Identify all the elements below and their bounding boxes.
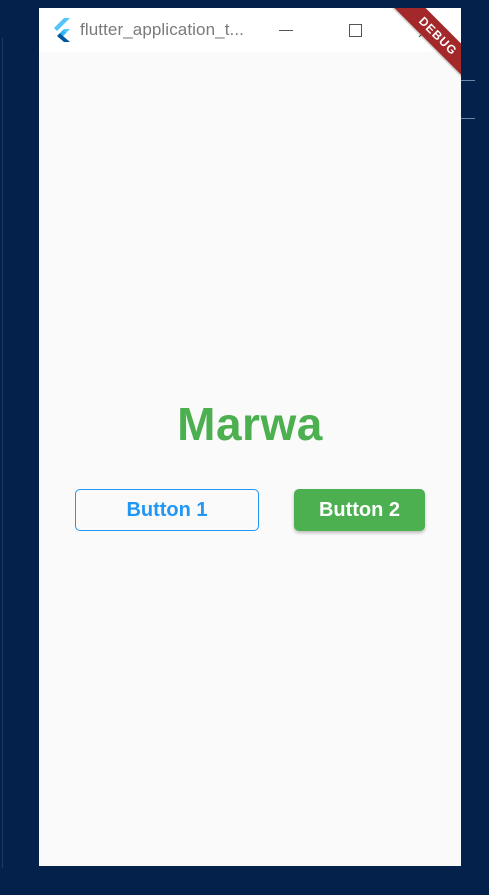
window-title: flutter_application_t... <box>80 20 244 39</box>
desktop-tick <box>461 118 475 119</box>
maximize-icon <box>348 23 362 37</box>
button-2[interactable]: Button 2 <box>294 489 425 531</box>
app-window: flutter_application_t... Marwa Button 1 … <box>39 8 461 866</box>
button-1-label: Button 1 <box>126 498 208 521</box>
minimize-button[interactable] <box>263 8 309 52</box>
button-2-label: Button 2 <box>318 498 401 521</box>
desktop-edge-line <box>2 38 3 868</box>
minimize-icon <box>279 29 293 31</box>
button-1[interactable]: Button 1 <box>75 489 259 531</box>
flutter-logo-icon <box>54 18 70 42</box>
headline-text: Marwa <box>177 398 323 450</box>
app-content: Marwa Button 1 Button 2 <box>39 52 461 866</box>
title-bar[interactable]: flutter_application_t... <box>39 8 461 52</box>
desktop-tick <box>461 80 475 81</box>
maximize-button[interactable] <box>332 8 378 52</box>
